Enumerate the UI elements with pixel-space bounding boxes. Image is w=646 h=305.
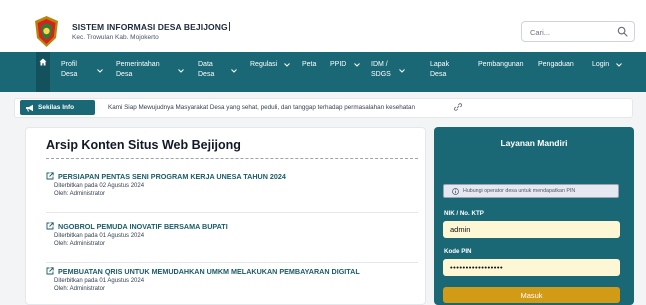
- pin-field[interactable]: [443, 259, 620, 276]
- site-subtitle: Kec. Trowulan Kab. Mojokerto: [72, 34, 159, 41]
- nav-item-login[interactable]: Login: [592, 60, 609, 70]
- divider: [46, 262, 418, 263]
- bullhorn-icon: [26, 104, 33, 112]
- search-box: [521, 21, 635, 42]
- home-icon: [39, 58, 47, 66]
- chevron-down-icon: [231, 69, 237, 73]
- article-title-link[interactable]: NGOBROL PEMUDA INOVATIF BERSAMA BUPATI: [46, 222, 228, 231]
- search-icon[interactable]: [617, 26, 628, 37]
- nav-item-regulasi[interactable]: Regulasi: [250, 60, 277, 70]
- divider: [46, 158, 418, 159]
- layanan-mandiri-title: Layanan Mandiri: [500, 138, 568, 148]
- article-date: Diterbitkan pada 02 Agustus 2024: [54, 183, 145, 189]
- ticker-badge: Sekilas Info: [20, 100, 95, 115]
- chevron-down-icon: [97, 69, 103, 73]
- link-icon[interactable]: [454, 103, 462, 111]
- nav-item-data-desa[interactable]: Data Desa: [198, 60, 214, 80]
- chevron-down-icon: [284, 63, 290, 67]
- village-emblem-logo[interactable]: [34, 16, 59, 47]
- search-input[interactable]: [530, 25, 614, 39]
- nav-item-pemerintahan-desa[interactable]: Pemerintahan Desa: [116, 60, 160, 80]
- article-author: Oleh: Administrator: [54, 241, 106, 247]
- nav-home-button[interactable]: [36, 52, 50, 92]
- nav-item-pengaduan[interactable]: Pengaduan: [538, 60, 574, 70]
- nav-item-idm-sdgs[interactable]: IDM / SDGS: [371, 60, 391, 80]
- pin-label: Kode PIN: [444, 248, 472, 255]
- external-link-icon: [46, 222, 54, 230]
- chevron-down-icon: [354, 63, 360, 67]
- article-date: Diterbitkan pada 01 Agustus 2024: [54, 278, 145, 284]
- login-submit-button[interactable]: Masuk: [443, 287, 620, 303]
- article-author: Oleh: Administrator: [54, 286, 106, 292]
- nav-item-lapak-desa[interactable]: Lapak Desa: [430, 60, 449, 80]
- external-link-icon: [46, 267, 54, 275]
- article-date: Diterbitkan pada 01 Agustus 2024: [54, 233, 145, 239]
- chevron-down-icon: [399, 69, 405, 73]
- archive-title: Arsip Konten Situs Web Bejijong: [46, 138, 241, 152]
- ticker-text[interactable]: Kami Siap Mewujudnya Masyarakat Desa yan…: [108, 104, 415, 111]
- info-icon: [452, 188, 459, 195]
- nik-field[interactable]: [443, 221, 620, 238]
- nav-item-ppid[interactable]: PPID: [330, 60, 346, 70]
- nav-item-pembangunan[interactable]: Pembangunan: [478, 60, 524, 70]
- chevron-down-icon: [616, 63, 622, 67]
- divider: [46, 212, 418, 213]
- article-title-link[interactable]: PEMBUATAN QRIS UNTUK MEMUDAHKAN UMKM MEL…: [46, 267, 360, 276]
- pin-info-note: Hubungi operator desa untuk mendapatkan …: [443, 184, 619, 198]
- article-title-link[interactable]: PERSIAPAN PENTAS SENI PROGRAM KERJA UNES…: [46, 172, 286, 181]
- article-author: Oleh: Administrator: [54, 191, 106, 197]
- nav-item-peta[interactable]: Peta: [302, 60, 316, 70]
- site-title[interactable]: SISTEM INFORMASI DESA BEJIJONG: [72, 22, 230, 32]
- chevron-down-icon: [178, 69, 184, 73]
- nik-label: NIK / No. KTP: [444, 210, 484, 217]
- nav-item-profil-desa[interactable]: Profil Desa: [61, 60, 77, 80]
- external-link-icon: [46, 172, 54, 180]
